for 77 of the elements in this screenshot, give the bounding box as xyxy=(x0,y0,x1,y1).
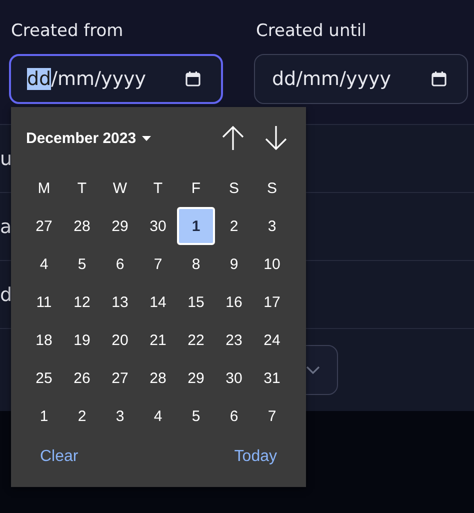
calendar-day[interactable]: 6 xyxy=(101,245,139,283)
weekday-label: F xyxy=(190,178,202,198)
row-text: d xyxy=(0,284,12,306)
date-field[interactable]: dd/mm/yyyy xyxy=(9,54,223,104)
calendar-day[interactable]: 10 xyxy=(253,245,291,283)
calendar-day[interactable]: 3 xyxy=(101,397,139,435)
date-segment[interactable]: yyyy xyxy=(346,68,391,90)
weekday-label: W xyxy=(112,178,128,198)
today-button[interactable]: Today xyxy=(234,448,277,466)
date-segment[interactable]: dd xyxy=(27,68,52,90)
calendar-day[interactable]: 17 xyxy=(253,283,291,321)
calendar-day[interactable]: 12 xyxy=(63,283,101,321)
calendar-day[interactable]: 2 xyxy=(63,397,101,435)
caret-icon xyxy=(142,136,152,140)
down-arrow-icon xyxy=(264,125,288,151)
weekday-label: M xyxy=(36,178,52,198)
date-field[interactable]: dd/mm/yyyy xyxy=(254,54,468,104)
calendar-day[interactable]: 19 xyxy=(63,321,101,359)
calendar-day[interactable]: 30 xyxy=(215,359,253,397)
calendar-day[interactable]: 24 xyxy=(253,321,291,359)
calendar-day[interactable]: 25 xyxy=(25,359,63,397)
calendar-day[interactable]: 1 xyxy=(25,397,63,435)
date-segment[interactable]: / xyxy=(94,68,101,90)
calendar-day[interactable]: 9 xyxy=(215,245,253,283)
row-text: u xyxy=(0,148,12,170)
calendar-day[interactable]: 26 xyxy=(63,359,101,397)
calendar-day[interactable]: 29 xyxy=(101,207,139,245)
weekday-label: S xyxy=(266,178,278,198)
calendar-icon[interactable] xyxy=(185,71,201,87)
field-label: Created from xyxy=(11,20,124,42)
chevron-down-icon xyxy=(306,365,320,375)
calendar-day[interactable]: 30 xyxy=(139,207,177,245)
weekday-label: T xyxy=(152,178,164,198)
calendar-day[interactable]: 27 xyxy=(25,207,63,245)
calendar-day[interactable]: 3 xyxy=(253,207,291,245)
calendar-day[interactable]: 27 xyxy=(101,359,139,397)
row-text: a xyxy=(0,216,12,238)
date-segment[interactable]: dd xyxy=(272,68,296,90)
calendar-day[interactable]: 20 xyxy=(101,321,139,359)
calendar-day[interactable]: 11 xyxy=(25,283,63,321)
calendar-day[interactable]: 8 xyxy=(177,245,215,283)
calendar-day[interactable]: 5 xyxy=(63,245,101,283)
date-segment[interactable]: yyyy xyxy=(100,68,146,90)
previous-month-button[interactable] xyxy=(221,125,245,151)
calendar-day[interactable]: 18 xyxy=(25,321,63,359)
calendar-day[interactable]: 7 xyxy=(253,397,291,435)
calendar-day[interactable]: 16 xyxy=(215,283,253,321)
date-segment[interactable]: / xyxy=(296,68,303,90)
weekday-label: T xyxy=(76,178,88,198)
calendar-day[interactable]: 5 xyxy=(177,397,215,435)
calendar-day[interactable]: 7 xyxy=(139,245,177,283)
date-segment[interactable]: mm xyxy=(302,68,340,90)
date-segment[interactable]: / xyxy=(51,68,58,90)
calendar-day[interactable]: 1 xyxy=(177,207,215,245)
field-label: Created until xyxy=(256,20,368,42)
calendar-day[interactable]: 31 xyxy=(253,359,291,397)
calendar-day[interactable]: 14 xyxy=(139,283,177,321)
up-arrow-icon xyxy=(221,125,245,151)
calendar-day[interactable]: 15 xyxy=(177,283,215,321)
calendar-day[interactable]: 28 xyxy=(139,359,177,397)
date-segment[interactable]: mm xyxy=(58,68,95,90)
calendar-day[interactable]: 29 xyxy=(177,359,215,397)
calendar-day[interactable]: 23 xyxy=(215,321,253,359)
calendar-day[interactable]: 13 xyxy=(101,283,139,321)
calendar-icon[interactable] xyxy=(431,71,447,87)
calendar-day[interactable]: 4 xyxy=(139,397,177,435)
calendar-day[interactable]: 2 xyxy=(215,207,253,245)
calendar-day[interactable]: 28 xyxy=(63,207,101,245)
calendar-day[interactable]: 22 xyxy=(177,321,215,359)
calendar-day[interactable]: 21 xyxy=(139,321,177,359)
weekday-label: S xyxy=(228,178,240,198)
date-segment[interactable]: / xyxy=(340,68,346,90)
calendar-day[interactable]: 4 xyxy=(25,245,63,283)
calendar-day[interactable]: 6 xyxy=(215,397,253,435)
next-month-button[interactable] xyxy=(264,125,288,151)
clear-button[interactable]: Clear xyxy=(40,448,78,466)
month-dropdown[interactable]: December 2023 xyxy=(25,130,152,146)
